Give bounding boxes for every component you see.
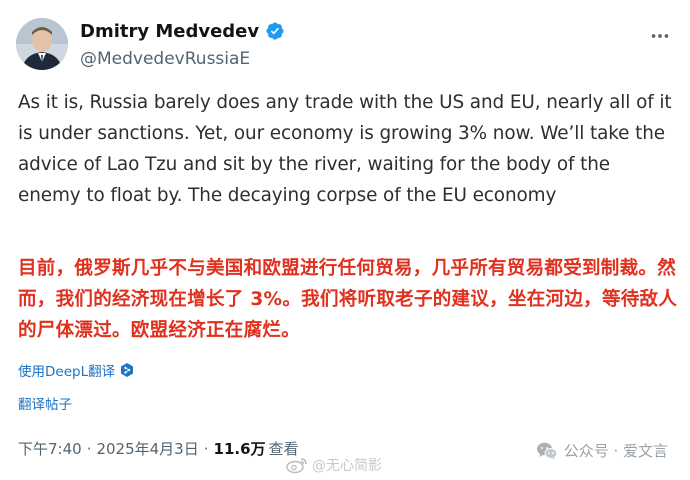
verified-badge-icon[interactable] bbox=[265, 21, 285, 41]
views-count[interactable]: 11.6万 bbox=[214, 438, 266, 459]
author-handle[interactable]: @MedvedevRussiaE bbox=[80, 49, 285, 69]
avatar-image bbox=[16, 18, 68, 70]
meta-separator: · bbox=[86, 439, 92, 458]
post-meta: 下午7:40 · 2025年4月3日 · 11.6万 查看 bbox=[18, 438, 299, 459]
translate-post-link[interactable]: 翻译帖子 bbox=[18, 393, 72, 413]
more-options-button[interactable] bbox=[646, 22, 674, 50]
post-translation: 目前，俄罗斯几乎不与美国和欧盟进行任何贸易，几乎所有贸易都受到制裁。然而，我们的… bbox=[18, 258, 678, 341]
avatar[interactable] bbox=[16, 18, 68, 70]
display-name-row: Dmitry Medvedev bbox=[80, 19, 285, 43]
more-horizontal-icon bbox=[651, 34, 669, 38]
weibo-watermark: @无心简影 bbox=[286, 455, 382, 475]
translated-with-label: 使用DeepL翻译 bbox=[18, 364, 116, 380]
post-date[interactable]: 2025年4月3日 bbox=[96, 438, 198, 459]
meta-separator: · bbox=[203, 439, 209, 458]
official-account-watermark: 公众号 · 爱文言 bbox=[536, 440, 668, 461]
tweet-header: Dmitry Medvedev @MedvedevRussiaE bbox=[16, 14, 674, 74]
deepl-icon bbox=[119, 362, 135, 378]
post-text: As it is, Russia barely does any trade w… bbox=[18, 92, 672, 206]
weibo-icon bbox=[286, 456, 308, 474]
official-account-text: 公众号 · 爱文言 bbox=[563, 442, 668, 460]
translated-with-deepl-link[interactable]: 使用DeepL翻译 bbox=[18, 360, 135, 380]
post-time[interactable]: 下午7:40 bbox=[18, 438, 82, 459]
wechat-icon bbox=[536, 441, 558, 461]
display-name[interactable]: Dmitry Medvedev bbox=[80, 21, 259, 42]
weibo-watermark-text: @无心简影 bbox=[312, 458, 382, 474]
author-names: Dmitry Medvedev @MedvedevRussiaE bbox=[80, 19, 285, 69]
tweet-card: Dmitry Medvedev @MedvedevRussiaE As it i… bbox=[0, 0, 690, 480]
